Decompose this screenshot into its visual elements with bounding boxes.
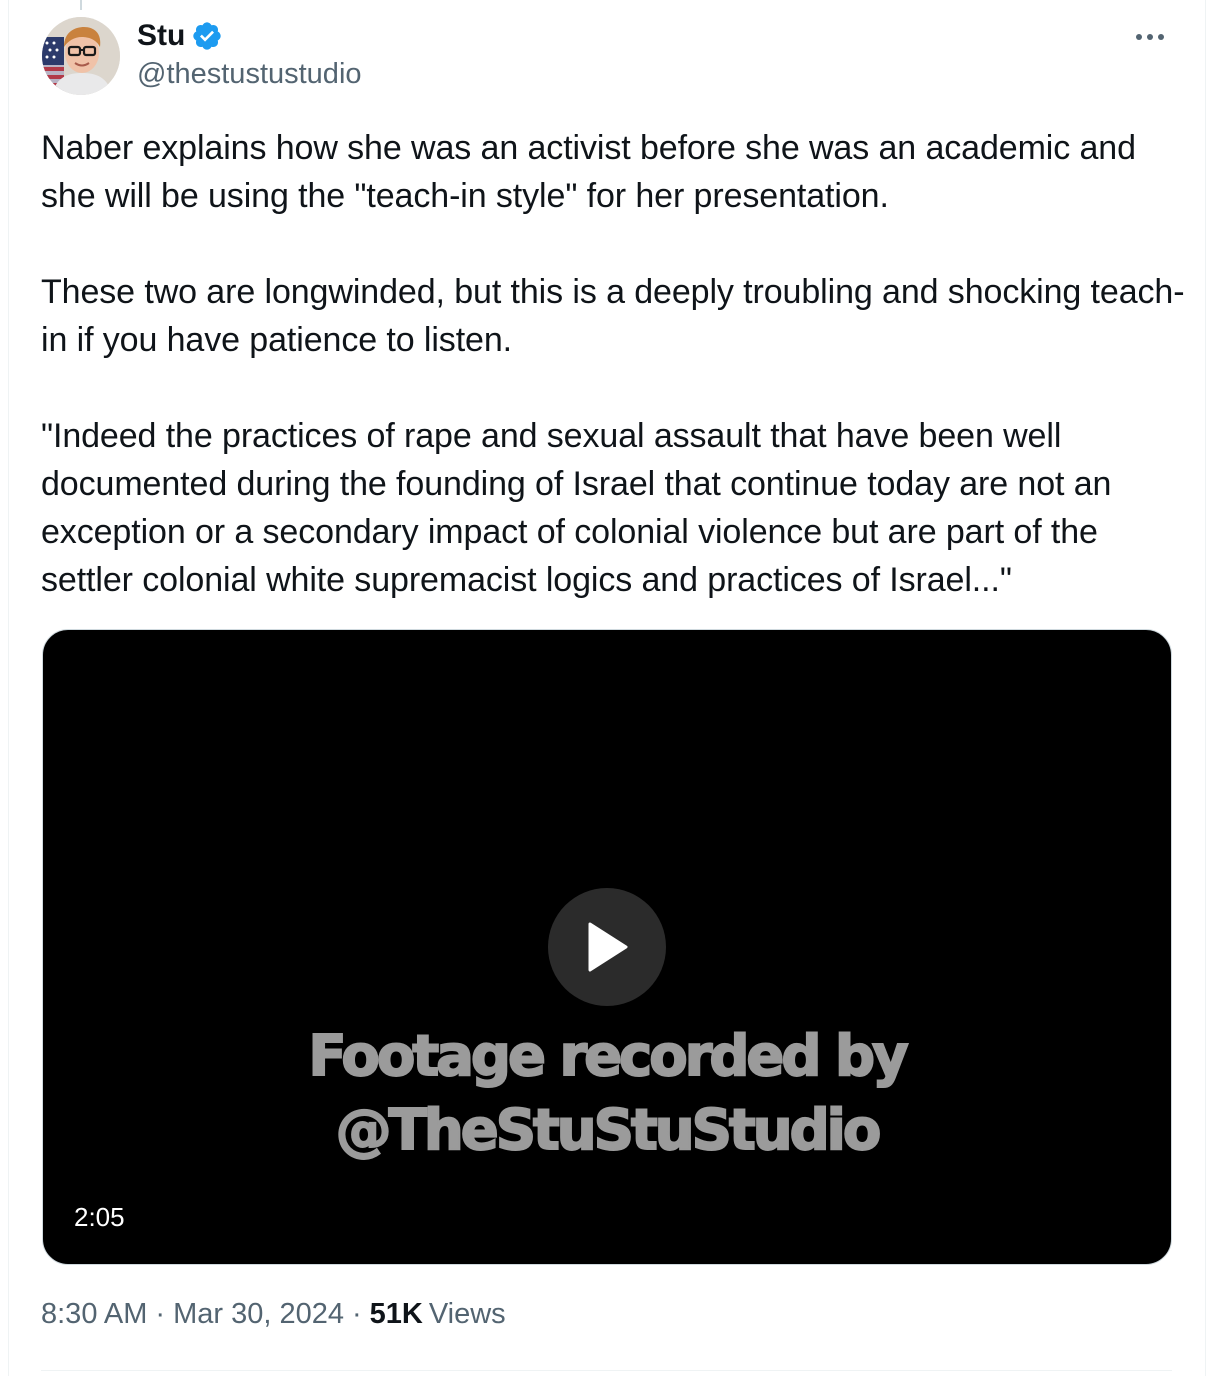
video-watermark: Footage recorded by @TheStuStuStudio [42,1020,1172,1168]
avatar[interactable] [42,17,120,95]
play-button[interactable] [548,888,666,1006]
views-label: Views [428,1298,506,1330]
views-count: 51K [369,1298,423,1330]
video-duration: 2:05 [74,1202,125,1232]
thread-connector-line [80,0,82,10]
author-handle[interactable]: @thestustustudio [137,58,362,91]
watermark-line-1: Footage recorded by [307,1023,909,1090]
author-name[interactable]: Stu [137,19,185,53]
meta-separator-2: · [351,1298,362,1330]
tweet-time[interactable]: 8:30 AM [41,1298,147,1331]
tweet-date[interactable]: Mar 30, 2024 [173,1298,344,1331]
name-row: Stu [137,16,362,56]
bottom-divider [41,1370,1172,1371]
watermark-line-2: @TheStuStuStudio [335,1097,883,1164]
verified-badge-icon[interactable] [191,20,223,52]
avatar-image [42,17,120,95]
tweet-text: Naber explains how she was an activist b… [41,129,1185,599]
tweet-meta: 8:30 AM · Mar 30, 2024 · 51K Views [41,1298,506,1331]
author-block: Stu @thestustustudio [137,16,362,91]
play-icon [588,922,628,972]
meta-separator: · [155,1298,166,1330]
more-horizontal-icon[interactable] [1130,22,1170,52]
